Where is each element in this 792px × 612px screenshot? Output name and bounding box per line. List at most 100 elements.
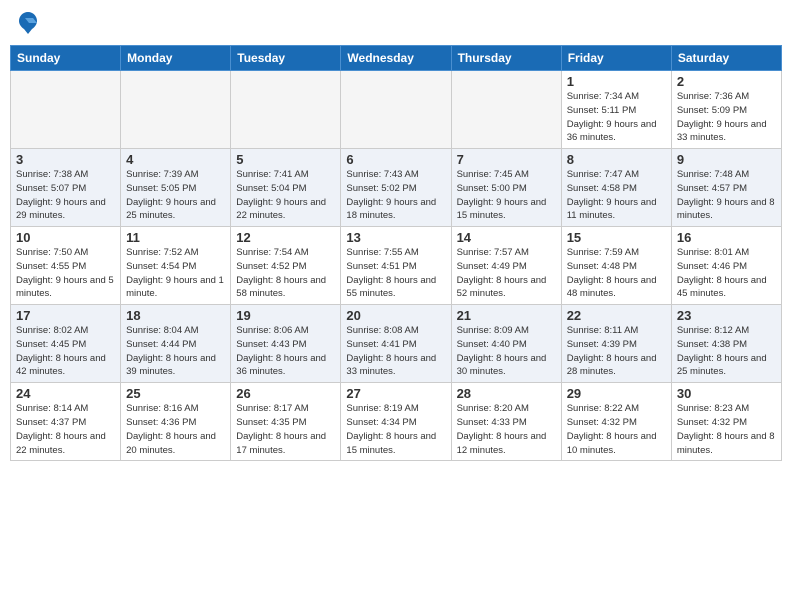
calendar-cell: 4Sunrise: 7:39 AM Sunset: 5:05 PM Daylig… <box>121 149 231 227</box>
day-number: 25 <box>126 386 225 401</box>
calendar-cell: 10Sunrise: 7:50 AM Sunset: 4:55 PM Dayli… <box>11 227 121 305</box>
day-info: Sunrise: 7:39 AM Sunset: 5:05 PM Dayligh… <box>126 168 225 223</box>
calendar-cell <box>451 71 561 149</box>
day-info: Sunrise: 8:17 AM Sunset: 4:35 PM Dayligh… <box>236 402 335 457</box>
day-number: 16 <box>677 230 776 245</box>
calendar-cell: 17Sunrise: 8:02 AM Sunset: 4:45 PM Dayli… <box>11 305 121 383</box>
day-number: 10 <box>16 230 115 245</box>
day-info: Sunrise: 8:02 AM Sunset: 4:45 PM Dayligh… <box>16 324 115 379</box>
day-number: 8 <box>567 152 666 167</box>
day-number: 24 <box>16 386 115 401</box>
day-info: Sunrise: 8:09 AM Sunset: 4:40 PM Dayligh… <box>457 324 556 379</box>
calendar-cell: 13Sunrise: 7:55 AM Sunset: 4:51 PM Dayli… <box>341 227 451 305</box>
calendar-cell: 3Sunrise: 7:38 AM Sunset: 5:07 PM Daylig… <box>11 149 121 227</box>
calendar-cell: 25Sunrise: 8:16 AM Sunset: 4:36 PM Dayli… <box>121 383 231 461</box>
calendar-week-row: 24Sunrise: 8:14 AM Sunset: 4:37 PM Dayli… <box>11 383 782 461</box>
day-number: 11 <box>126 230 225 245</box>
day-number: 7 <box>457 152 556 167</box>
calendar-cell: 11Sunrise: 7:52 AM Sunset: 4:54 PM Dayli… <box>121 227 231 305</box>
calendar-cell: 22Sunrise: 8:11 AM Sunset: 4:39 PM Dayli… <box>561 305 671 383</box>
calendar-week-row: 17Sunrise: 8:02 AM Sunset: 4:45 PM Dayli… <box>11 305 782 383</box>
calendar-cell: 7Sunrise: 7:45 AM Sunset: 5:00 PM Daylig… <box>451 149 561 227</box>
day-number: 6 <box>346 152 445 167</box>
day-info: Sunrise: 8:04 AM Sunset: 4:44 PM Dayligh… <box>126 324 225 379</box>
calendar-cell: 20Sunrise: 8:08 AM Sunset: 4:41 PM Dayli… <box>341 305 451 383</box>
calendar-week-row: 1Sunrise: 7:34 AM Sunset: 5:11 PM Daylig… <box>11 71 782 149</box>
day-info: Sunrise: 7:34 AM Sunset: 5:11 PM Dayligh… <box>567 90 666 145</box>
calendar-cell <box>341 71 451 149</box>
calendar-header-row: SundayMondayTuesdayWednesdayThursdayFrid… <box>11 46 782 71</box>
day-number: 5 <box>236 152 335 167</box>
calendar-week-row: 3Sunrise: 7:38 AM Sunset: 5:07 PM Daylig… <box>11 149 782 227</box>
calendar-header-cell: Tuesday <box>231 46 341 71</box>
calendar-wrap: SundayMondayTuesdayWednesdayThursdayFrid… <box>0 45 792 461</box>
calendar-cell: 1Sunrise: 7:34 AM Sunset: 5:11 PM Daylig… <box>561 71 671 149</box>
calendar-header-cell: Saturday <box>671 46 781 71</box>
day-info: Sunrise: 8:01 AM Sunset: 4:46 PM Dayligh… <box>677 246 776 301</box>
day-info: Sunrise: 7:55 AM Sunset: 4:51 PM Dayligh… <box>346 246 445 301</box>
calendar-cell: 21Sunrise: 8:09 AM Sunset: 4:40 PM Dayli… <box>451 305 561 383</box>
logo <box>12 8 41 41</box>
day-number: 17 <box>16 308 115 323</box>
day-info: Sunrise: 8:12 AM Sunset: 4:38 PM Dayligh… <box>677 324 776 379</box>
calendar-table: SundayMondayTuesdayWednesdayThursdayFrid… <box>10 45 782 461</box>
calendar-cell: 9Sunrise: 7:48 AM Sunset: 4:57 PM Daylig… <box>671 149 781 227</box>
day-number: 19 <box>236 308 335 323</box>
calendar-cell: 5Sunrise: 7:41 AM Sunset: 5:04 PM Daylig… <box>231 149 341 227</box>
day-number: 18 <box>126 308 225 323</box>
day-number: 23 <box>677 308 776 323</box>
day-number: 28 <box>457 386 556 401</box>
day-number: 14 <box>457 230 556 245</box>
day-number: 20 <box>346 308 445 323</box>
day-info: Sunrise: 8:22 AM Sunset: 4:32 PM Dayligh… <box>567 402 666 457</box>
day-info: Sunrise: 7:54 AM Sunset: 4:52 PM Dayligh… <box>236 246 335 301</box>
day-number: 4 <box>126 152 225 167</box>
day-info: Sunrise: 7:41 AM Sunset: 5:04 PM Dayligh… <box>236 168 335 223</box>
day-number: 1 <box>567 74 666 89</box>
day-info: Sunrise: 8:19 AM Sunset: 4:34 PM Dayligh… <box>346 402 445 457</box>
calendar-cell: 8Sunrise: 7:47 AM Sunset: 4:58 PM Daylig… <box>561 149 671 227</box>
calendar-cell: 27Sunrise: 8:19 AM Sunset: 4:34 PM Dayli… <box>341 383 451 461</box>
calendar-header-cell: Sunday <box>11 46 121 71</box>
day-number: 26 <box>236 386 335 401</box>
day-info: Sunrise: 7:36 AM Sunset: 5:09 PM Dayligh… <box>677 90 776 145</box>
calendar-header-cell: Thursday <box>451 46 561 71</box>
calendar-cell: 29Sunrise: 8:22 AM Sunset: 4:32 PM Dayli… <box>561 383 671 461</box>
day-info: Sunrise: 7:57 AM Sunset: 4:49 PM Dayligh… <box>457 246 556 301</box>
day-number: 9 <box>677 152 776 167</box>
calendar-cell: 28Sunrise: 8:20 AM Sunset: 4:33 PM Dayli… <box>451 383 561 461</box>
calendar-cell <box>231 71 341 149</box>
day-info: Sunrise: 7:45 AM Sunset: 5:00 PM Dayligh… <box>457 168 556 223</box>
day-number: 22 <box>567 308 666 323</box>
day-info: Sunrise: 8:14 AM Sunset: 4:37 PM Dayligh… <box>16 402 115 457</box>
day-info: Sunrise: 8:06 AM Sunset: 4:43 PM Dayligh… <box>236 324 335 379</box>
calendar-cell: 16Sunrise: 8:01 AM Sunset: 4:46 PM Dayli… <box>671 227 781 305</box>
calendar-cell: 12Sunrise: 7:54 AM Sunset: 4:52 PM Dayli… <box>231 227 341 305</box>
day-number: 12 <box>236 230 335 245</box>
day-number: 21 <box>457 308 556 323</box>
day-info: Sunrise: 8:16 AM Sunset: 4:36 PM Dayligh… <box>126 402 225 457</box>
day-info: Sunrise: 7:47 AM Sunset: 4:58 PM Dayligh… <box>567 168 666 223</box>
calendar-cell <box>121 71 231 149</box>
day-info: Sunrise: 7:43 AM Sunset: 5:02 PM Dayligh… <box>346 168 445 223</box>
calendar-cell: 15Sunrise: 7:59 AM Sunset: 4:48 PM Dayli… <box>561 227 671 305</box>
calendar-cell: 23Sunrise: 8:12 AM Sunset: 4:38 PM Dayli… <box>671 305 781 383</box>
calendar-cell: 6Sunrise: 7:43 AM Sunset: 5:02 PM Daylig… <box>341 149 451 227</box>
day-info: Sunrise: 7:52 AM Sunset: 4:54 PM Dayligh… <box>126 246 225 301</box>
calendar-header-cell: Wednesday <box>341 46 451 71</box>
calendar-cell: 26Sunrise: 8:17 AM Sunset: 4:35 PM Dayli… <box>231 383 341 461</box>
day-info: Sunrise: 7:50 AM Sunset: 4:55 PM Dayligh… <box>16 246 115 301</box>
day-info: Sunrise: 7:48 AM Sunset: 4:57 PM Dayligh… <box>677 168 776 223</box>
day-info: Sunrise: 8:23 AM Sunset: 4:32 PM Dayligh… <box>677 402 776 457</box>
day-number: 30 <box>677 386 776 401</box>
calendar-cell: 2Sunrise: 7:36 AM Sunset: 5:09 PM Daylig… <box>671 71 781 149</box>
day-info: Sunrise: 8:20 AM Sunset: 4:33 PM Dayligh… <box>457 402 556 457</box>
day-number: 27 <box>346 386 445 401</box>
calendar-cell <box>11 71 121 149</box>
day-info: Sunrise: 8:08 AM Sunset: 4:41 PM Dayligh… <box>346 324 445 379</box>
calendar-cell: 19Sunrise: 8:06 AM Sunset: 4:43 PM Dayli… <box>231 305 341 383</box>
day-info: Sunrise: 7:38 AM Sunset: 5:07 PM Dayligh… <box>16 168 115 223</box>
calendar-header-cell: Monday <box>121 46 231 71</box>
day-number: 15 <box>567 230 666 245</box>
day-number: 3 <box>16 152 115 167</box>
